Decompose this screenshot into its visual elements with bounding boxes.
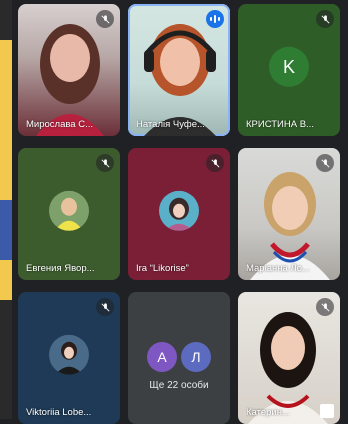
more-participants-label: Ще 22 особи (149, 380, 209, 391)
participant-name: Мирослава С... (26, 119, 94, 130)
mic-off-icon (206, 154, 224, 172)
mic-off-icon (316, 10, 334, 28)
participant-tile[interactable]: Viktoriia Lobe... (18, 292, 120, 424)
participant-tile[interactable]: Евгения Явор... (18, 148, 120, 280)
participant-name: Наталія Чуфе... (136, 119, 205, 130)
participant-name: Viktoriia Lobe... (26, 407, 92, 418)
more-participants-avatars: А Л (147, 342, 211, 372)
speaking-indicator-icon (206, 10, 224, 28)
avatar: А (147, 342, 177, 372)
participant-name: Евгения Явор... (26, 263, 95, 274)
participant-tile[interactable]: K КРИСТИНА В... (238, 4, 340, 136)
participant-tile[interactable]: Катерин... (238, 292, 340, 424)
mic-off-icon (316, 154, 334, 172)
letter-avatar: K (269, 46, 309, 87)
pin-icon[interactable] (320, 404, 334, 418)
participant-tile-active-speaker[interactable]: Наталія Чуфе... (128, 4, 230, 136)
participant-tile[interactable]: Мирослава С... (18, 4, 120, 136)
avatar (159, 190, 199, 231)
avatar (49, 334, 89, 375)
participant-tile[interactable]: Маріанна Ло... (238, 148, 340, 280)
background-slide (0, 0, 12, 419)
participant-name: Ira “Likorise” (136, 263, 189, 274)
mic-off-icon (96, 154, 114, 172)
mic-off-icon (96, 298, 114, 316)
participant-name: Маріанна Ло... (246, 263, 310, 274)
more-participants-tile[interactable]: А Л Ще 22 особи (128, 292, 230, 424)
participant-grid: Мирослава С... Наталія Чуфе... K КРИСТИН… (12, 4, 340, 424)
avatar (49, 190, 89, 231)
participant-name: Катерин... (246, 407, 290, 418)
mic-off-icon (316, 298, 334, 316)
avatar: Л (181, 342, 211, 372)
participant-name: КРИСТИНА В... (246, 119, 314, 130)
participant-tile[interactable]: Ira “Likorise” (128, 148, 230, 280)
mic-off-icon (96, 10, 114, 28)
